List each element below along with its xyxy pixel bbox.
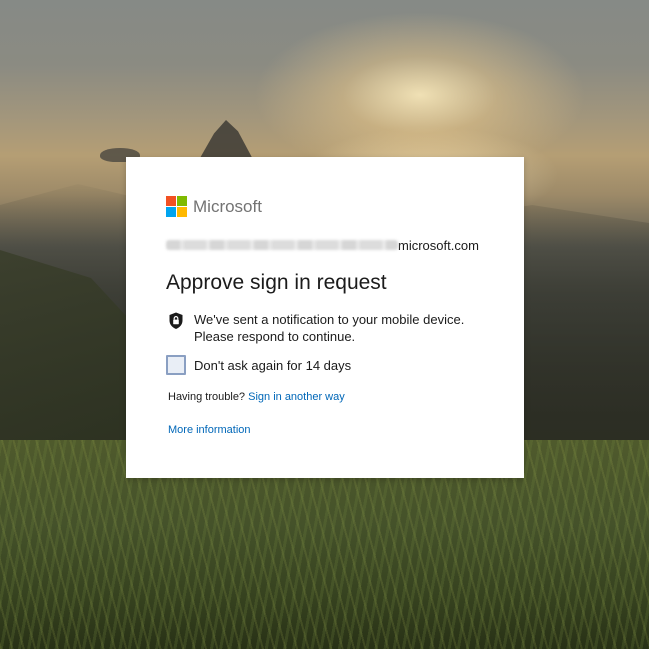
more-information-link[interactable]: More information <box>168 424 251 436</box>
more-info-row: More information <box>168 424 251 436</box>
account-identity: microsoft.com <box>166 237 479 253</box>
brand-logo-row: Microsoft <box>166 196 262 217</box>
brand-name: Microsoft <box>193 196 262 216</box>
logo-square-green <box>177 196 187 206</box>
logo-square-red <box>166 196 176 206</box>
remember-checkbox[interactable] <box>166 355 186 375</box>
logo-square-yellow <box>177 207 187 217</box>
account-domain: microsoft.com <box>398 237 479 253</box>
lock-shield-icon <box>169 312 183 329</box>
page-title: Approve sign in request <box>166 271 387 294</box>
notice-line-1: We've sent a notification to your mobile… <box>194 312 465 327</box>
notice-text: We've sent a notification to your mobile… <box>194 311 464 345</box>
remember-label[interactable]: Don't ask again for 14 days <box>194 358 351 373</box>
redacted-username <box>166 240 398 250</box>
notice-line-2: Please respond to continue. <box>194 329 356 344</box>
trouble-prefix: Having trouble? <box>168 391 246 403</box>
trouble-row: Having trouble? Sign in another way <box>168 391 345 403</box>
remember-option[interactable]: Don't ask again for 14 days <box>166 355 351 375</box>
sign-in-another-way-link[interactable]: Sign in another way <box>248 391 345 403</box>
notification-notice: We've sent a notification to your mobile… <box>166 311 496 345</box>
sign-in-card: Microsoft microsoft.com Approve sign in … <box>126 157 524 478</box>
logo-square-blue <box>166 207 176 217</box>
microsoft-logo-icon <box>166 196 187 217</box>
